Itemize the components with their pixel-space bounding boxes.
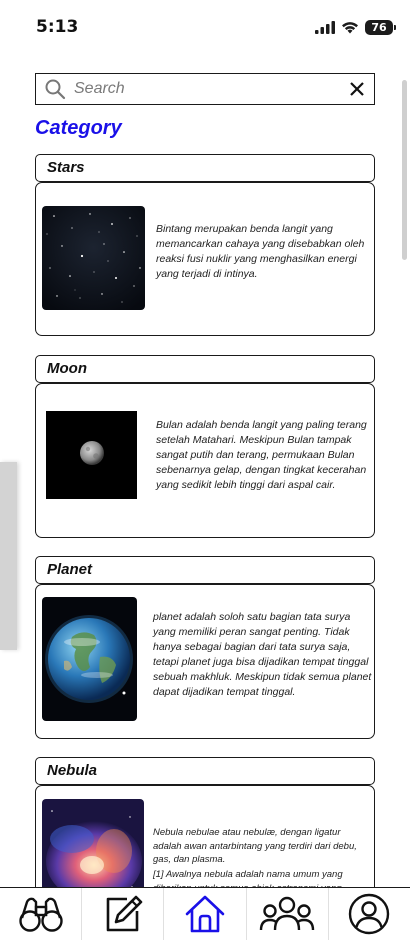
status-time: 5:13 [36,17,79,37]
nebula-description: Nebula nebulae atau nebulæ, dengan ligat… [153,827,357,866]
category-heading: Category [35,117,122,139]
profile-icon [349,893,390,935]
search-input[interactable] [74,80,334,98]
battery-icon: 76 [365,19,396,35]
card-moon[interactable]: Bulan adalah benda langit yang paling te… [35,383,375,538]
stars-image [42,206,145,310]
planet-description: planet adalah soloh satu bagian tata sur… [153,611,372,698]
card-title-moon[interactable]: Moon [35,355,375,383]
status-icons: 76 [315,18,396,36]
stars-description: Bintang merupakan benda langit yang mema… [156,223,365,280]
community-icon [260,896,315,931]
card-nebula[interactable]: Nebula nebulae atau nebulæ, dengan ligat… [35,785,375,895]
moon-description: Bulan adalah benda langit yang paling te… [156,419,367,491]
side-drawer-handle[interactable] [0,462,17,650]
card-planet[interactable]: planet adalah soloh satu bagian tata sur… [35,584,375,739]
nav-community[interactable] [247,888,329,940]
scrollbar[interactable] [402,80,407,260]
search-icon [45,79,66,100]
home-icon [185,895,225,933]
card-title-stars[interactable]: Stars [35,154,375,182]
card-title-nebula[interactable]: Nebula [35,757,375,785]
planet-image [42,597,137,721]
bottom-nav [0,887,410,940]
signal-icon [315,20,335,34]
moon-image [46,411,137,499]
binoculars-icon [18,897,63,932]
status-bar: 5:13 76 [0,0,410,56]
nav-profile[interactable] [329,888,410,940]
nav-edit[interactable] [82,888,165,940]
wifi-icon [342,21,358,33]
nav-home[interactable] [164,888,247,940]
nebula-image [42,799,144,894]
edit-icon [106,895,143,932]
search-bar [35,73,375,105]
card-stars[interactable]: Bintang merupakan benda langit yang mema… [35,182,375,336]
card-title-planet[interactable]: Planet [35,556,375,584]
close-icon[interactable] [349,81,365,97]
nav-explore[interactable] [0,888,83,940]
